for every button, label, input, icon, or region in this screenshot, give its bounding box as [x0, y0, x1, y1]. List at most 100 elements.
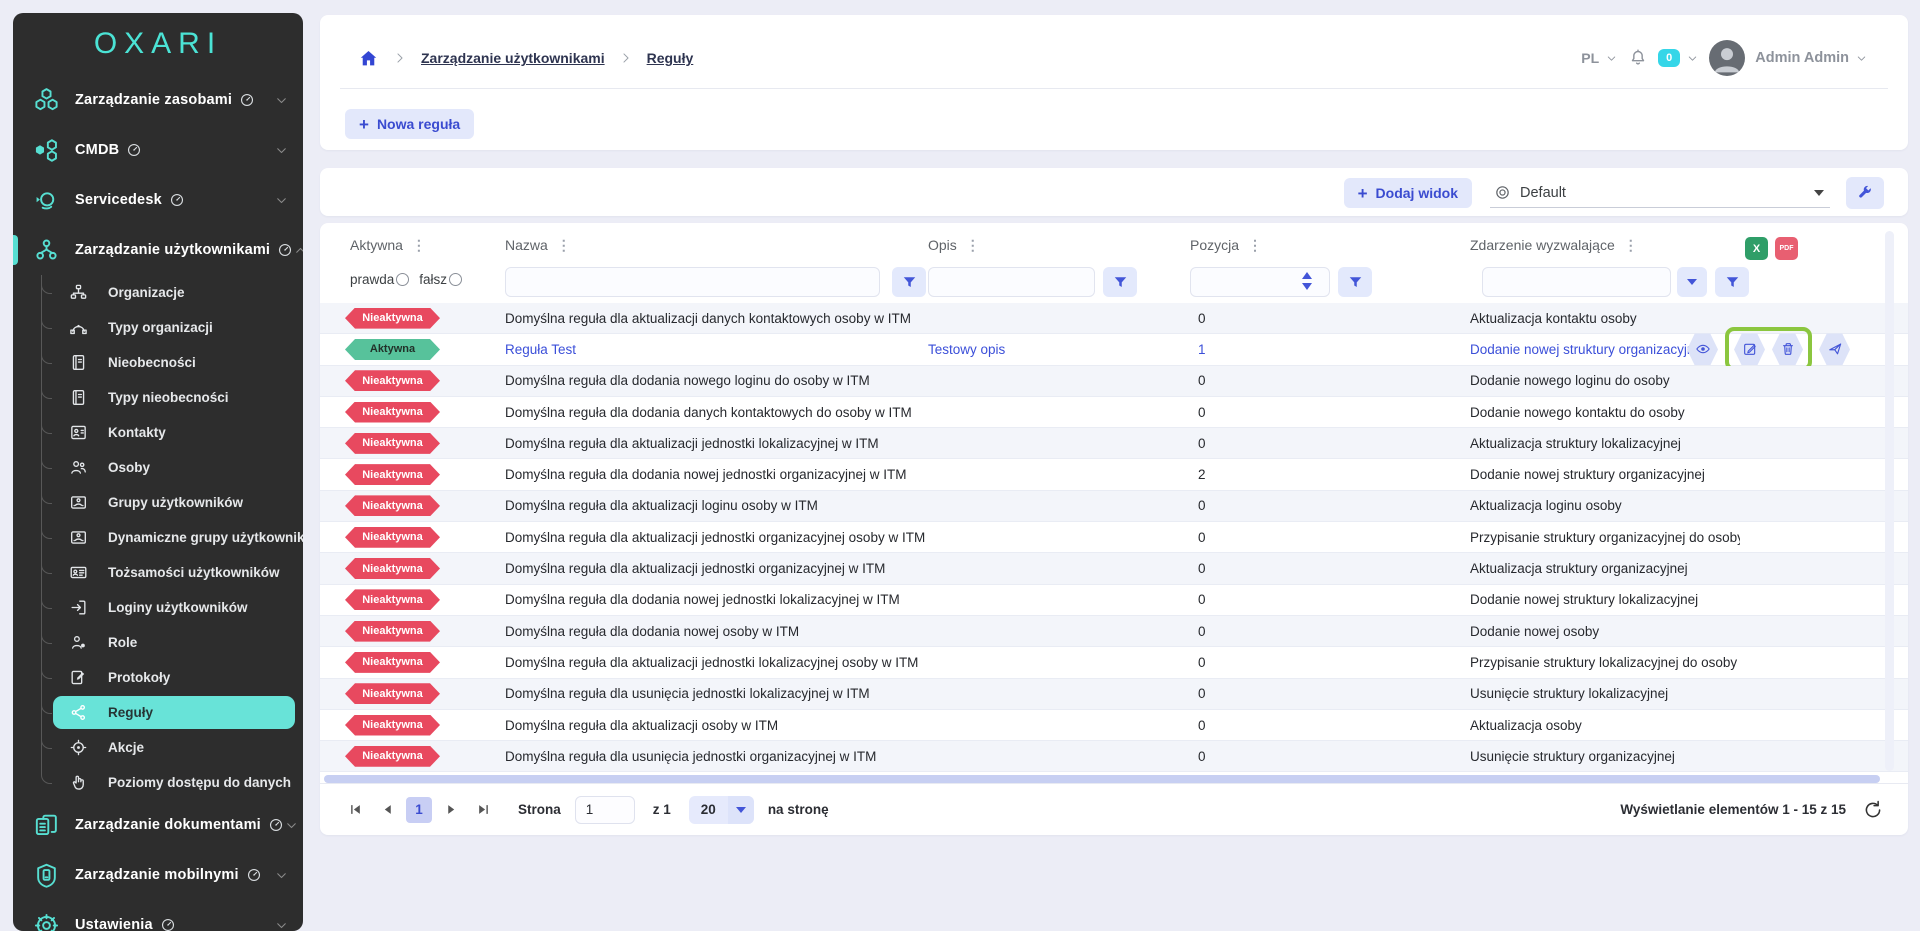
sidebar-item-zarządzanie-użytkownikami[interactable]: Zarządzanie użytkownikami: [13, 225, 303, 275]
table-row[interactable]: NieaktywnaDomyślna reguła dla dodania da…: [320, 397, 1908, 428]
radio-false[interactable]: [449, 273, 462, 286]
delete-button[interactable]: [1772, 333, 1803, 365]
sidebar-item-ustawienia[interactable]: Ustawienia: [13, 900, 303, 931]
column-header-nazwa[interactable]: Nazwa⋮: [505, 237, 928, 254]
breadcrumb-link-rules[interactable]: Reguły: [647, 50, 694, 66]
sidebar-item-reguły[interactable]: Reguły: [13, 695, 303, 730]
sidebar-item-organizacje[interactable]: Organizacje: [13, 275, 303, 310]
table-row[interactable]: NieaktywnaDomyślna reguła dla dodania no…: [320, 366, 1908, 397]
vertical-scrollbar[interactable]: [1885, 231, 1894, 771]
chevron-up-icon[interactable]: [293, 243, 303, 258]
user-name[interactable]: Admin Admin: [1755, 50, 1849, 66]
table-row[interactable]: NieaktywnaDomyślna reguła dla aktualizac…: [320, 710, 1908, 741]
table-row[interactable]: NieaktywnaDomyślna reguła dla aktualizac…: [320, 522, 1908, 553]
desc-filter-button[interactable]: [1103, 267, 1137, 297]
column-header-aktywna[interactable]: Aktywna⋮: [320, 237, 505, 254]
desc-filter-input[interactable]: [928, 267, 1095, 297]
column-menu-icon[interactable]: ⋮: [412, 237, 426, 254]
column-menu-icon[interactable]: ⋮: [1248, 237, 1262, 254]
language-selector[interactable]: PL: [1581, 50, 1599, 66]
event-filter-input[interactable]: [1482, 267, 1671, 297]
sidebar-item-dynamiczne-grupy-użytkowników[interactable]: Dynamiczne grupy użytkowników: [13, 520, 303, 555]
notification-badge[interactable]: 0: [1658, 49, 1680, 67]
chevron-down-icon[interactable]: [1686, 52, 1699, 65]
sidebar-item-akcje[interactable]: Akcje: [13, 730, 303, 765]
chevron-down-icon[interactable]: [274, 868, 289, 883]
name-filter-input[interactable]: [505, 267, 880, 297]
chevron-down-icon[interactable]: [274, 143, 289, 158]
chevron-down-icon[interactable]: [274, 93, 289, 108]
sidebar-item-grupy-użytkowników[interactable]: Grupy użytkowników: [13, 485, 303, 520]
chevron-down-icon[interactable]: [1814, 190, 1824, 196]
previous-page-button[interactable]: [374, 797, 400, 823]
export-excel-icon[interactable]: X: [1745, 237, 1768, 260]
settings-wrench-button[interactable]: [1846, 177, 1884, 209]
table-row[interactable]: NieaktywnaDomyślna reguła dla dodania no…: [320, 585, 1908, 616]
last-page-button[interactable]: [470, 797, 496, 823]
next-page-button[interactable]: [438, 797, 464, 823]
home-icon[interactable]: [358, 48, 379, 69]
sidebar-item-servicedesk[interactable]: Servicedesk: [13, 175, 303, 225]
name-filter-button[interactable]: [892, 267, 926, 297]
event-filter-dropdown[interactable]: [1677, 267, 1707, 297]
event-filter-button[interactable]: [1715, 267, 1749, 297]
table-row[interactable]: NieaktywnaDomyślna reguła dla usunięcia …: [320, 679, 1908, 710]
sidebar-item-poziomy-dostępu-do-danych[interactable]: Poziomy dostępu do danych: [13, 765, 303, 800]
sidebar-item-nieobecności[interactable]: Nieobecności: [13, 345, 303, 380]
view-button[interactable]: [1687, 333, 1718, 365]
sidebar-item-loginy-użytkowników[interactable]: Loginy użytkowników: [13, 590, 303, 625]
description-cell[interactable]: Testowy opis: [928, 342, 1190, 357]
position-stepper[interactable]: [1302, 272, 1312, 290]
position-filter-button[interactable]: [1338, 267, 1372, 297]
sidebar-item-zarządzanie-dokumentami[interactable]: Zarządzanie dokumentami: [13, 800, 303, 850]
chevron-down-icon[interactable]: [284, 818, 299, 833]
sidebar-item-role[interactable]: Role: [13, 625, 303, 660]
chevron-down-icon[interactable]: [274, 193, 289, 208]
table-row[interactable]: NieaktywnaDomyślna reguła dla aktualizac…: [320, 553, 1908, 584]
sidebar-item-tożsamości-użytkowników[interactable]: Tożsamości użytkowników: [13, 555, 303, 590]
per-page-select[interactable]: 20: [689, 796, 754, 824]
column-menu-icon[interactable]: ⋮: [557, 237, 571, 254]
breadcrumb-link-users[interactable]: Zarządzanie użytkownikami: [421, 50, 605, 66]
table-row[interactable]: NieaktywnaDomyślna reguła dla dodania no…: [320, 459, 1908, 490]
bell-icon[interactable]: [1628, 48, 1648, 68]
new-rule-button[interactable]: + Nowa reguła: [345, 109, 474, 139]
refresh-icon[interactable]: [1862, 799, 1884, 821]
column-menu-icon[interactable]: ⋮: [1624, 237, 1638, 254]
avatar[interactable]: [1709, 40, 1745, 76]
sidebar-item-zarządzanie-zasobami[interactable]: Zarządzanie zasobami: [13, 75, 303, 125]
page-number-button[interactable]: 1: [406, 797, 432, 823]
chevron-down-icon[interactable]: [1855, 52, 1868, 65]
sidebar-item-typy-organizacji[interactable]: Typy organizacji: [13, 310, 303, 345]
table-row[interactable]: NieaktywnaDomyślna reguła dla aktualizac…: [320, 647, 1908, 678]
sidebar-item-cmdb[interactable]: CMDB: [13, 125, 303, 175]
radio-true[interactable]: [396, 273, 409, 286]
chevron-down-icon[interactable]: [274, 918, 289, 931]
name-cell[interactable]: Reguła Test: [505, 342, 928, 357]
table-row[interactable]: NieaktywnaDomyślna reguła dla dodania no…: [320, 616, 1908, 647]
chevron-down-icon[interactable]: [1605, 52, 1618, 65]
column-header-opis[interactable]: Opis⋮: [928, 237, 1190, 254]
sidebar-item-kontakty[interactable]: Kontakty: [13, 415, 303, 450]
table-row[interactable]: NieaktywnaDomyślna reguła dla aktualizac…: [320, 491, 1908, 522]
table-row[interactable]: AktywnaReguła TestTestowy opis1Dodanie n…: [320, 334, 1908, 365]
funnel-icon: [1348, 275, 1363, 290]
table-row[interactable]: NieaktywnaDomyślna reguła dla aktualizac…: [320, 428, 1908, 459]
edit-button[interactable]: [1734, 333, 1765, 365]
send-button[interactable]: [1819, 333, 1850, 365]
sidebar-item-zarządzanie-mobilnymi[interactable]: Zarządzanie mobilnymi: [13, 850, 303, 900]
export-pdf-icon[interactable]: PDF: [1775, 237, 1798, 260]
horizontal-scrollbar[interactable]: [324, 775, 1880, 783]
table-row[interactable]: NieaktywnaDomyślna reguła dla usunięcia …: [320, 741, 1908, 772]
sidebar-item-typy-nieobecności[interactable]: Typy nieobecności: [13, 380, 303, 415]
view-selector[interactable]: Default: [1490, 178, 1830, 208]
sidebar-item-protokoły[interactable]: Protokoły: [13, 660, 303, 695]
page-input[interactable]: [575, 796, 635, 824]
column-header-pozycja[interactable]: Pozycja⋮: [1190, 237, 1470, 254]
sidebar-item-osoby[interactable]: Osoby: [13, 450, 303, 485]
column-header-zdarzenie[interactable]: Zdarzenie wyzwalające⋮: [1470, 237, 1740, 254]
first-page-button[interactable]: [342, 797, 368, 823]
add-view-button[interactable]: + Dodaj widok: [1344, 178, 1472, 208]
table-row[interactable]: NieaktywnaDomyślna reguła dla aktualizac…: [320, 303, 1908, 334]
column-menu-icon[interactable]: ⋮: [966, 237, 980, 254]
